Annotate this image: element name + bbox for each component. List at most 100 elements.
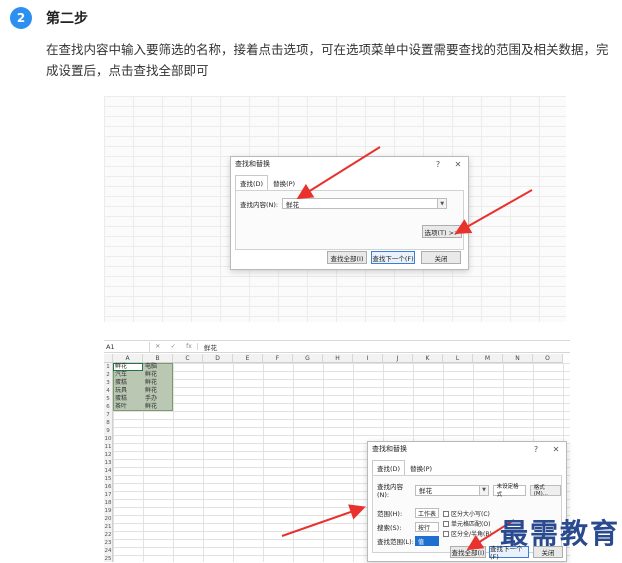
column-header-cell[interactable]: G <box>293 354 323 362</box>
formula-bar: A1 ✕ ✓ fx 鲜花 <box>104 341 570 353</box>
find-all-button[interactable]: 查找全部(I) <box>327 251 367 264</box>
lookin-select[interactable]: 值 <box>415 536 439 546</box>
search-select[interactable]: 按行 <box>415 522 439 532</box>
row-header-cell[interactable]: 15 <box>104 475 112 483</box>
cell[interactable]: 鲜花 <box>145 371 157 379</box>
row-header-cell[interactable]: 14 <box>104 467 112 475</box>
chevron-down-icon[interactable]: ▼ <box>480 484 489 496</box>
column-header-cell[interactable]: L <box>443 354 473 362</box>
lookin-label: 查找范围(L): <box>377 538 414 546</box>
search-label: 搜索(S): <box>377 524 402 532</box>
column-header-cell[interactable]: E <box>233 354 263 362</box>
help-icon[interactable]: ? <box>530 445 542 454</box>
find-row: 查找内容(N): 鲜花 ▼ 未设定格式 格式(M)... <box>377 481 561 499</box>
row-header-cell[interactable]: 1 <box>104 363 112 371</box>
column-header-cell[interactable]: I <box>353 354 383 362</box>
row-header-cell[interactable]: 3 <box>104 379 112 387</box>
cell[interactable]: 蛋糕 <box>115 395 127 403</box>
column-header-cell[interactable]: J <box>383 354 413 362</box>
formula-value[interactable]: 鲜花 <box>198 342 217 352</box>
format-button[interactable]: 格式(M)... <box>529 484 561 497</box>
scope-label: 范围(H): <box>377 510 403 518</box>
cell[interactable]: 电脑 <box>145 363 157 371</box>
row-header-cell[interactable]: 20 <box>104 515 112 523</box>
column-header-cell[interactable]: B <box>143 354 173 362</box>
find-replace-dialog: 查找和替换 ? ✕ 查找(D) 替换(P) 查找内容(N): 鲜花 ▼ 选项(T… <box>230 156 469 270</box>
close-icon[interactable]: ✕ <box>452 160 464 169</box>
column-header-cell[interactable]: A <box>113 354 143 362</box>
column-header-cell[interactable]: D <box>203 354 233 362</box>
row-header-cell[interactable]: 11 <box>104 443 112 451</box>
row-header-cell[interactable]: 5 <box>104 395 112 403</box>
close-button[interactable]: 关闭 <box>421 251 461 264</box>
help-icon[interactable]: ? <box>432 160 444 169</box>
find-next-button[interactable]: 查找下一个(F) <box>371 251 415 264</box>
tab-replace[interactable]: 替换(P) <box>405 460 437 475</box>
find-all-button[interactable]: 查找全部(I) <box>450 546 486 558</box>
column-header-cell[interactable]: F <box>263 354 293 362</box>
cell[interactable]: 鲜花 <box>115 363 127 371</box>
row-header-cell[interactable]: 23 <box>104 539 112 547</box>
cancel-icon[interactable]: ✕ <box>155 343 160 350</box>
cell[interactable]: 蛋糕 <box>115 379 127 387</box>
row-header-cell[interactable]: 16 <box>104 483 112 491</box>
chevron-down-icon[interactable]: ▼ <box>438 198 448 209</box>
checkbox-match-case[interactable]: 区分大小写(C) <box>443 509 490 518</box>
cell[interactable]: 汽车 <box>115 371 127 379</box>
find-input[interactable]: 鲜花 <box>282 198 439 209</box>
checkbox-icon[interactable] <box>443 510 449 517</box>
find-label: 查找内容(N): <box>377 483 403 499</box>
column-header-cell[interactable]: O <box>533 354 563 362</box>
tab-replace[interactable]: 替换(P) <box>268 175 300 190</box>
checkbox-icon[interactable] <box>443 520 449 527</box>
row-header-cell[interactable]: 18 <box>104 499 112 507</box>
column-header-cell[interactable]: M <box>473 354 503 362</box>
row-header-cell[interactable]: 4 <box>104 387 112 395</box>
corner-cell[interactable] <box>104 354 113 362</box>
row-header-cell[interactable]: 12 <box>104 451 112 459</box>
close-icon[interactable]: ✕ <box>550 445 562 454</box>
tab-find[interactable]: 查找(D) <box>372 460 406 475</box>
row-header-cell[interactable]: 6 <box>104 403 112 411</box>
dialog-titlebar: 查找和替换 ? ✕ <box>368 442 566 456</box>
row-header-cell[interactable]: 13 <box>104 459 112 467</box>
row-header-cell[interactable]: 17 <box>104 491 112 499</box>
cell[interactable]: 玩具 <box>115 387 127 395</box>
row-header-cell[interactable]: 8 <box>104 419 112 427</box>
column-header-cell[interactable]: C <box>173 354 203 362</box>
tab-find[interactable]: 查找(D) <box>235 175 269 190</box>
row-header-cell[interactable]: 2 <box>104 371 112 379</box>
checkbox-match-width[interactable]: 区分全/半角(B) <box>443 529 492 538</box>
row-header-cell[interactable]: 24 <box>104 547 112 555</box>
row-header-cell[interactable]: 19 <box>104 507 112 515</box>
row-header-cell[interactable]: 7 <box>104 411 112 419</box>
scope-select[interactable]: 工作表 <box>415 508 439 518</box>
cell[interactable]: 茶叶 <box>115 403 127 411</box>
cell[interactable]: 手办 <box>145 395 157 403</box>
step-description: 在查找内容中输入要筛选的名称，接着点击选项，可在选项菜单中设置需要查找的范围及相… <box>46 39 622 81</box>
search-row: 搜索(S): 按行 <box>377 522 439 532</box>
dialog-tabs: 查找(D) 替换(P) <box>235 175 468 190</box>
row-header-cell[interactable]: 10 <box>104 435 112 443</box>
column-header-cell[interactable]: H <box>323 354 353 362</box>
cell[interactable]: 鲜花 <box>145 387 157 395</box>
cell[interactable]: 鲜花 <box>145 403 157 411</box>
name-box[interactable]: A1 <box>104 341 150 352</box>
column-header-cell[interactable]: K <box>413 354 443 362</box>
dialog-title: 查找和替换 <box>372 445 407 453</box>
enter-icon[interactable]: ✓ <box>171 343 176 350</box>
checkbox-match-cell[interactable]: 单元格匹配(O) <box>443 519 490 528</box>
row-header-cell[interactable]: 9 <box>104 427 112 435</box>
cell[interactable]: 鲜花 <box>145 379 157 387</box>
function-icon[interactable]: fx <box>186 343 192 350</box>
step-description-line-1: 在查找内容中输入要筛选的名称，接着点击选项，可在选项菜单中设置需要查找的范围及相… <box>46 42 609 57</box>
dialog-tabs: 查找(D) 替换(P) <box>372 460 566 475</box>
column-header: ABCDEFGHIJKLMNO <box>104 354 563 363</box>
row-header-cell[interactable]: 21 <box>104 523 112 531</box>
options-button[interactable]: 选项(T) >> <box>422 225 462 238</box>
checkbox-icon[interactable] <box>443 530 449 537</box>
find-input[interactable]: 鲜花 <box>415 484 481 496</box>
row-header-cell[interactable]: 22 <box>104 531 112 539</box>
column-header-cell[interactable]: N <box>503 354 533 362</box>
step-description-line-2: 成设置后，点击查找全部即可 <box>46 63 209 78</box>
